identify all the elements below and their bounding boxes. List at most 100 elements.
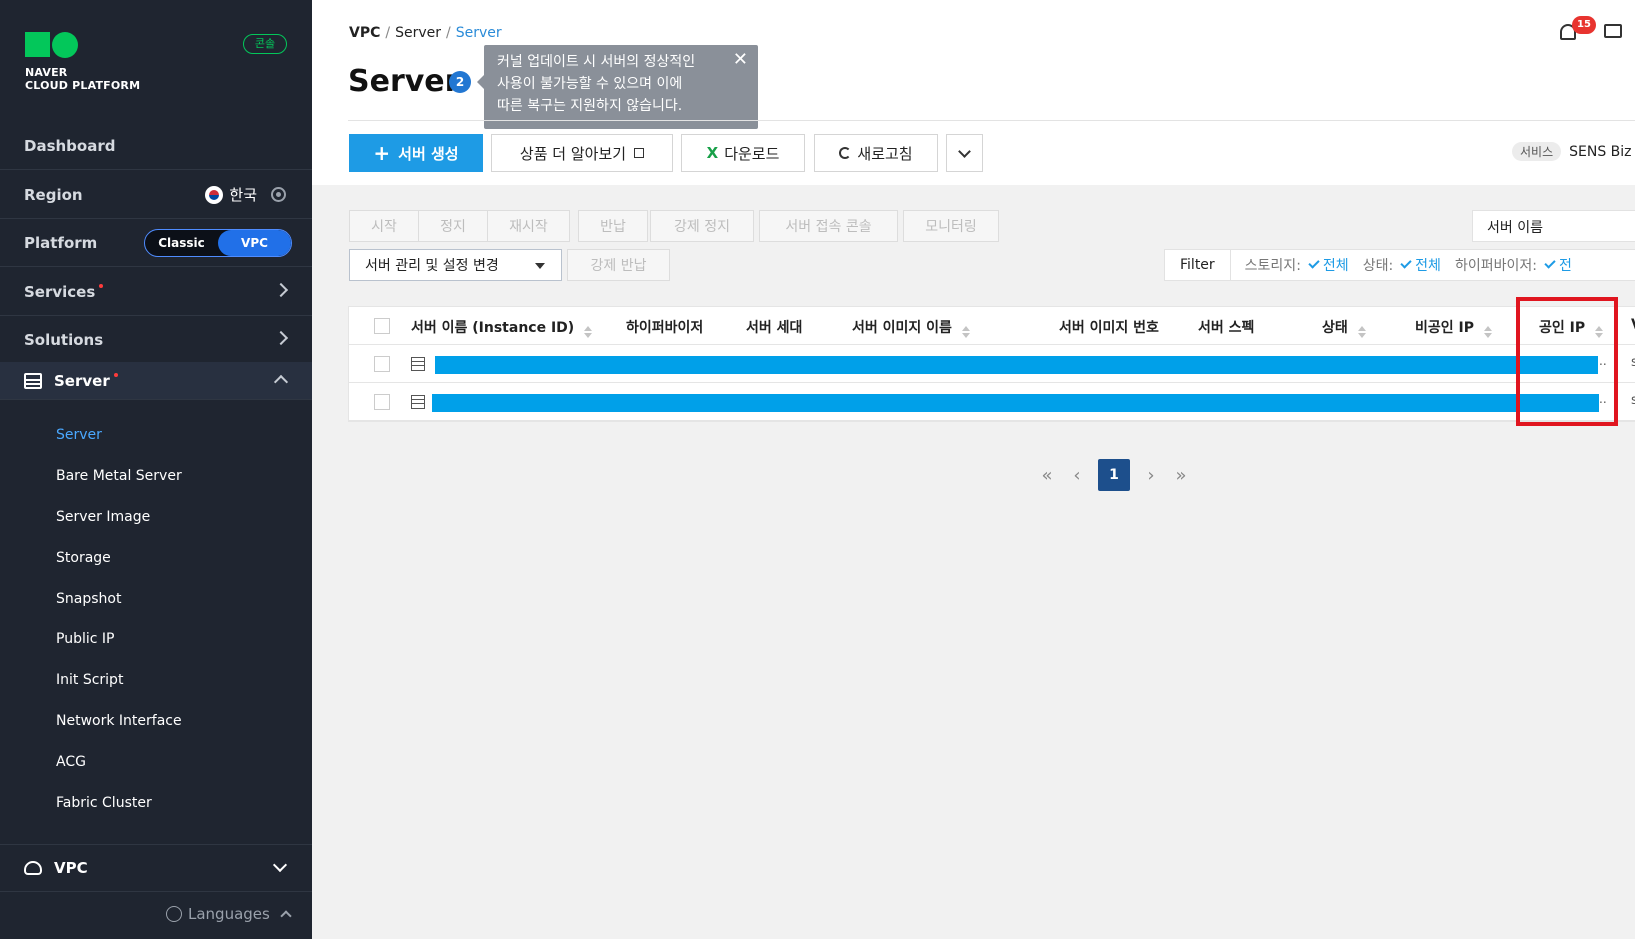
first-page-icon[interactable]: « xyxy=(1038,465,1056,486)
breadcrumb-item[interactable]: VPC xyxy=(349,25,380,41)
filter-bar[interactable]: Filter 스토리지: 전체 상태: 전체 하이퍼바이저: 전 xyxy=(1164,249,1635,281)
start-button[interactable]: 시작 xyxy=(349,210,419,242)
logo-text-line2: CLOUD PLATFORM xyxy=(25,79,141,92)
page-title: Server xyxy=(348,64,460,99)
sidebar-item-label: Server xyxy=(54,371,110,390)
logo-text-line1: NAVER xyxy=(25,66,68,79)
sort-icon[interactable] xyxy=(1357,326,1366,338)
force-stop-button[interactable]: 강제 정지 xyxy=(650,210,754,242)
restart-button[interactable]: 재시작 xyxy=(487,210,570,242)
column-private-ip[interactable]: 비공인 IP xyxy=(1415,317,1492,338)
stop-button[interactable]: 정지 xyxy=(418,210,488,242)
public-ip-highlight-box xyxy=(1516,297,1618,426)
sort-icon[interactable] xyxy=(1483,326,1492,338)
filter-storage-label: 스토리지: xyxy=(1244,258,1301,274)
server-icon xyxy=(24,372,42,389)
platform-toggle[interactable]: Classic VPC xyxy=(144,229,292,257)
filter-hypervisor-label: 하이퍼바이저: xyxy=(1454,258,1537,274)
chevron-up-icon xyxy=(280,910,292,922)
submenu-item-network-interface[interactable]: Network Interface xyxy=(56,713,182,729)
sidebar-item-label: Dashboard xyxy=(24,136,116,155)
breadcrumb-item[interactable]: Server xyxy=(395,25,441,41)
sidebar-item-solutions[interactable]: Solutions xyxy=(0,316,312,364)
tooltip-line: 사용이 불가능할 수 있으며 이에 xyxy=(497,76,683,92)
console-badge[interactable]: 콘솔 xyxy=(243,34,287,54)
sidebar-item-label: Platform xyxy=(24,233,98,252)
table-row[interactable]: .. s xyxy=(349,345,1635,383)
region-selector[interactable]: 한국 xyxy=(205,184,286,205)
new-dot-icon xyxy=(99,283,104,288)
table-row[interactable]: .. s xyxy=(349,383,1635,421)
column-hypervisor: 하이퍼바이저 xyxy=(626,320,704,336)
filter-label[interactable]: Filter xyxy=(1165,250,1231,280)
more-options-button[interactable] xyxy=(946,134,983,172)
filter-status-value[interactable]: 전체 xyxy=(1415,255,1441,275)
check-icon xyxy=(1544,257,1556,269)
column-server-image-name[interactable]: 서버 이미지 이름 xyxy=(852,317,970,338)
next-page-icon[interactable]: › xyxy=(1142,465,1160,486)
filter-storage-value[interactable]: 전체 xyxy=(1323,255,1349,275)
submenu-item-acg[interactable]: ACG xyxy=(56,754,86,770)
return-button[interactable]: 반납 xyxy=(578,210,648,242)
select-all-checkbox[interactable] xyxy=(374,318,390,334)
new-dot-icon xyxy=(113,372,118,377)
close-icon[interactable]: ✕ xyxy=(733,49,748,71)
submenu-item-init-script[interactable]: Init Script xyxy=(56,672,123,688)
server-name-search-field[interactable]: 서버 이름 xyxy=(1472,210,1635,242)
submenu-item-storage[interactable]: Storage xyxy=(56,550,111,566)
server-count-badge: 2 xyxy=(449,71,471,93)
truncated-cell: s xyxy=(1631,393,1635,408)
monitoring-button[interactable]: 모니터링 xyxy=(903,210,999,242)
page-number-current[interactable]: 1 xyxy=(1098,459,1130,491)
server-icon xyxy=(411,395,425,409)
gear-icon[interactable] xyxy=(271,187,286,202)
row-checkbox[interactable] xyxy=(374,356,390,372)
learn-more-button[interactable]: 상품 더 알아보기 xyxy=(491,134,673,172)
submenu-item-server[interactable]: Server xyxy=(56,427,102,443)
submenu-item-server-image[interactable]: Server Image xyxy=(56,509,150,525)
create-server-button[interactable]: + 서버 생성 xyxy=(349,134,483,172)
submenu-item-fabric-cluster[interactable]: Fabric Cluster xyxy=(56,795,152,811)
platform-option-vpc[interactable]: VPC xyxy=(218,230,291,256)
chevron-down-icon xyxy=(272,857,288,873)
chat-icon[interactable] xyxy=(1604,24,1622,38)
sidebar-item-label: Solutions xyxy=(24,330,104,349)
refresh-button[interactable]: 새로고침 xyxy=(814,134,938,172)
breadcrumb: VPC / Server / Server xyxy=(349,25,502,41)
filter-hypervisor-value[interactable]: 전 xyxy=(1559,255,1572,275)
tooltip-line: 따른 복구는 지원하지 않습니다. xyxy=(497,98,683,114)
prev-page-icon[interactable]: ‹ xyxy=(1068,465,1086,486)
sidebar-item-dashboard[interactable]: Dashboard xyxy=(0,122,312,170)
check-icon xyxy=(1308,257,1320,269)
dropdown-label: 서버 관리 및 설정 변경 xyxy=(365,258,499,274)
row-checkbox[interactable] xyxy=(374,394,390,410)
logo-square-icon xyxy=(25,32,50,57)
sort-icon[interactable] xyxy=(961,326,970,338)
excel-icon: X xyxy=(706,144,719,162)
last-page-icon[interactable]: » xyxy=(1172,465,1190,486)
page-header: VPC / Server / Server Server 2 커널 업데이트 시 서버의… xyxy=(312,0,1635,185)
server-submenu: Server Bare Metal Server Server Image St… xyxy=(0,400,312,830)
sidebar-item-vpc[interactable]: VPC xyxy=(0,844,312,892)
sort-icon[interactable] xyxy=(584,326,593,338)
submenu-item-public-ip[interactable]: Public IP xyxy=(56,631,114,647)
sidebar-item-label: Region xyxy=(24,185,83,204)
server-settings-dropdown[interactable]: 서버 관리 및 설정 변경 xyxy=(349,249,562,281)
check-icon xyxy=(1400,257,1412,269)
column-server-name[interactable]: 서버 이름 (Instance ID) xyxy=(411,317,593,338)
korea-flag-icon xyxy=(205,185,224,204)
column-status[interactable]: 상태 xyxy=(1322,317,1366,338)
sidebar-item-server[interactable]: Server xyxy=(0,362,312,400)
sidebar-item-region[interactable]: Region 한국 xyxy=(0,171,312,219)
submenu-item-snapshot[interactable]: Snapshot xyxy=(56,591,121,607)
sidebar-item-services[interactable]: Services xyxy=(0,268,312,316)
sidebar-item-label: VPC xyxy=(54,859,88,877)
languages-selector[interactable]: Languages xyxy=(166,905,292,923)
platform-option-classic[interactable]: Classic xyxy=(145,230,218,256)
chevron-right-icon xyxy=(273,330,289,346)
submenu-item-bare-metal-server[interactable]: Bare Metal Server xyxy=(56,468,182,484)
server-console-button[interactable]: 서버 접속 콘솔 xyxy=(759,210,898,242)
force-return-button[interactable]: 강제 반납 xyxy=(567,249,670,281)
download-button[interactable]: X 다운로드 xyxy=(681,134,805,172)
button-label: 서버 생성 xyxy=(398,144,459,163)
